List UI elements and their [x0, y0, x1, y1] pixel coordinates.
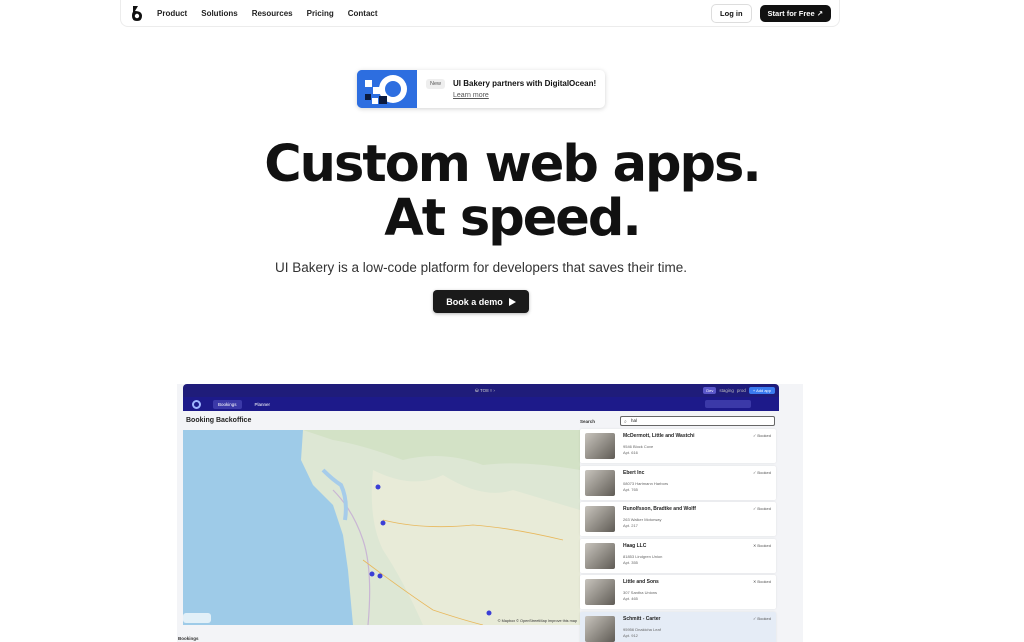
list-item[interactable]: Ebert Inc 08073 Hartmann Harbors Apt. 76… — [580, 465, 776, 500]
announcement-text: UI Bakery partners with DigitalOcean! Le… — [453, 79, 596, 99]
book-demo-label: Book a demo — [446, 296, 503, 307]
app-preview: ⛁ TO8 ▿ › Dev staging prod + Add app Boo… — [177, 384, 803, 642]
item-title: Ebert Inc — [623, 469, 645, 476]
item-status: ✓ Booked — [752, 506, 771, 511]
item-apt: Apt. 465 — [623, 596, 638, 601]
app-navbar-user[interactable] — [705, 400, 751, 408]
booking-backoffice-title: Booking Backoffice — [186, 417, 252, 424]
list-item[interactable]: McDermott, Little and Wastchi 9546 Block… — [580, 429, 776, 463]
item-address: 81853 Lindgren Union — [623, 553, 663, 559]
property-thumbnail — [585, 615, 615, 642]
item-status: ✕ Booked — [752, 542, 771, 548]
hero-subtitle: UI Bakery is a low-code platform for dev… — [275, 260, 687, 275]
item-title: Little and Sons — [623, 579, 659, 585]
nav-contact[interactable]: Contact — [348, 9, 378, 18]
item-apt: Apt. 616 — [623, 450, 638, 455]
env-dev[interactable]: Dev — [703, 387, 717, 394]
property-thumbnail — [585, 506, 615, 532]
nav-solutions[interactable]: Solutions — [201, 9, 237, 18]
item-status: ✓ Booked — [752, 615, 771, 621]
item-apt: Apt. 765 — [623, 486, 638, 492]
nav-links: Product Solutions Resources Pricing Cont… — [157, 9, 378, 18]
env-staging[interactable]: staging — [719, 388, 734, 393]
list-item[interactable]: Little and Sons 307 Santha Unions Apt. 4… — [580, 575, 776, 609]
map-graphic — [183, 430, 580, 625]
item-apt: Apt. 355 — [623, 559, 638, 565]
add-app-button[interactable]: + Add app — [748, 387, 775, 394]
hero-title: Custom web apps. At speed. — [0, 138, 1024, 246]
item-status: ✕ Booked — [752, 579, 771, 584]
env-prod[interactable]: prod — [737, 388, 746, 393]
hero-title-line1: Custom web apps. — [264, 135, 762, 194]
item-apt: Apt. 912 — [623, 632, 638, 638]
new-badge: New — [426, 79, 446, 89]
property-thumbnail — [585, 469, 615, 496]
nav-resources[interactable]: Resources — [252, 9, 293, 18]
item-address: 307 Santha Unions — [623, 590, 658, 595]
bookings-label: Bookings — [178, 636, 199, 641]
app-navbar: Bookings Planner — [183, 397, 779, 411]
map-view[interactable]: © Mapbox © OpenStreetMap Improve this ma… — [183, 430, 580, 625]
map-attribution: © Mapbox © OpenStreetMap Improve this ma… — [497, 619, 577, 623]
tab-planner[interactable]: Planner — [250, 400, 276, 409]
ui-bakery-logo[interactable] — [129, 4, 145, 22]
search-value: hal — [631, 418, 638, 423]
search-icon: ⌕ — [624, 419, 627, 425]
search-input[interactable]: ⌕ hal — [620, 416, 775, 426]
announcement-banner[interactable]: New UI Bakery partners with DigitalOcean… — [357, 70, 605, 108]
list-item[interactable]: Runolfsson, Bradtke and Wolff 263 Walker… — [580, 502, 776, 536]
item-title: Schmitt - Carter — [623, 615, 661, 622]
tab-bookings[interactable]: Bookings — [213, 399, 242, 409]
app-topbar-right: Dev staging prod + Add app — [703, 387, 775, 394]
nav-actions: Log in Start for Free ↗ — [711, 3, 831, 23]
top-navbar: Product Solutions Resources Pricing Cont… — [120, 0, 840, 27]
item-address: 9546 Block Cove — [623, 444, 654, 449]
item-address: 95956 Dnakicha Leaf — [623, 626, 661, 632]
list-item-selected[interactable]: Schmitt - Carter 95956 Dnakicha Leaf Apt… — [580, 611, 776, 642]
item-title: McDermott, Little and Wastchi — [623, 433, 695, 439]
app-logo-icon — [192, 399, 201, 409]
learn-more-link[interactable]: Learn more — [453, 92, 596, 99]
item-address: 08073 Hartmann Harbors — [623, 480, 669, 486]
nav-product[interactable]: Product — [157, 9, 187, 18]
item-apt: Apt. 217 — [623, 523, 638, 528]
booking-list: McDermott, Little and Wastchi 9546 Block… — [580, 429, 776, 642]
play-icon — [508, 297, 516, 306]
item-title: Runolfsson, Bradtke and Wolff — [623, 506, 696, 512]
hero-title-line2: At speed. — [384, 189, 642, 248]
announcement-title: UI Bakery partners with DigitalOcean! — [453, 79, 597, 88]
item-title: Haag LLC — [623, 542, 647, 549]
item-status: ✓ Booked — [752, 469, 771, 475]
login-button[interactable]: Log in — [711, 3, 752, 23]
digitalocean-partner-image — [357, 70, 417, 108]
nav-pricing[interactable]: Pricing — [307, 9, 334, 18]
app-topbar: ⛁ TO8 ▿ › Dev staging prod + Add app — [183, 384, 779, 397]
book-demo-button[interactable]: Book a demo — [433, 290, 529, 313]
app-topbar-center: ⛁ TO8 ▿ › — [475, 387, 495, 393]
start-free-button[interactable]: Start for Free ↗ — [759, 4, 831, 22]
property-thumbnail — [585, 433, 615, 459]
list-item[interactable]: Haag LLC 81853 Lindgren Union Apt. 355 ✕… — [580, 538, 776, 573]
item-status: ✓ Booked — [752, 433, 771, 438]
search-label: Search — [580, 419, 596, 424]
item-address: 263 Walker Motorway — [623, 517, 662, 522]
property-thumbnail — [585, 542, 615, 569]
property-thumbnail — [585, 579, 615, 605]
